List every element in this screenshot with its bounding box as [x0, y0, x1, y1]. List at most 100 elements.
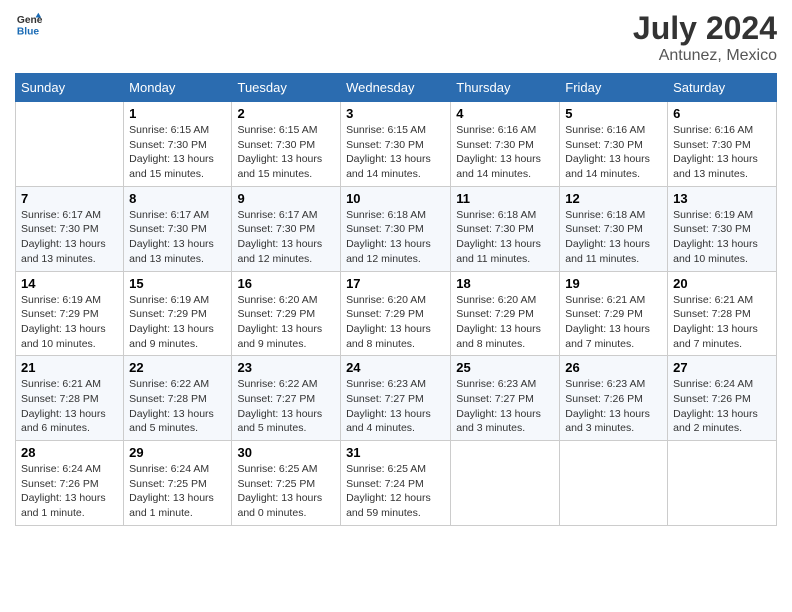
day-cell: 12Sunrise: 6:18 AM Sunset: 7:30 PM Dayli…	[560, 186, 668, 271]
day-info: Sunrise: 6:19 AM Sunset: 7:30 PM Dayligh…	[673, 208, 771, 267]
day-cell: 25 Sunrise: 6:23 AM Sunset: 7:27 PM Dayli…	[451, 356, 560, 441]
day-info: Sunrise: 6:24 AM Sunset: 7:26 PM Dayligh…	[21, 462, 118, 521]
day-number: 18	[456, 276, 554, 291]
day-number: 27	[673, 360, 771, 375]
day-info: Sunrise: 6:19 AM Sunset: 7:29 PM Dayligh…	[129, 293, 226, 352]
day-number: 17	[346, 276, 445, 291]
day-cell: 2 Sunrise: 6:15 AM Sunset: 7:30 PM Daylig…	[232, 102, 341, 187]
day-number: 20	[673, 276, 771, 291]
day-cell: 8Sunrise: 6:17 AM Sunset: 7:30 PM Daylig…	[124, 186, 232, 271]
day-info: Sunrise: 6:24 AM Sunset: 7:25 PM Dayligh…	[129, 462, 226, 521]
title-block: July 2024 Antunez, Mexico	[633, 10, 777, 65]
day-info: Sunrise: 6:17 AM Sunset: 7:30 PM Dayligh…	[237, 208, 335, 267]
day-number: 15	[129, 276, 226, 291]
logo: General Blue	[15, 10, 43, 38]
header-sunday: Sunday	[16, 74, 124, 102]
day-info: Sunrise: 6:15 AM Sunset: 7:30 PM Dayligh…	[237, 123, 335, 182]
day-cell: 11 Sunrise: 6:18 AM Sunset: 7:30 PM Dayli…	[451, 186, 560, 271]
day-info: Sunrise: 6:23 AM Sunset: 7:27 PM Dayligh…	[456, 377, 554, 436]
calendar-table: SundayMondayTuesdayWednesdayThursdayFrid…	[15, 73, 777, 526]
day-cell: 13 Sunrise: 6:19 AM Sunset: 7:30 PM Dayli…	[668, 186, 777, 271]
day-cell: 31 Sunrise: 6:25 AM Sunset: 7:24 PM Dayli…	[341, 441, 451, 526]
day-number: 31	[346, 445, 445, 460]
day-number: 26	[565, 360, 662, 375]
week-row-1: 1 Sunrise: 6:15 AM Sunset: 7:30 PM Daylig…	[16, 102, 777, 187]
day-cell: 27 Sunrise: 6:24 AM Sunset: 7:26 PM Dayli…	[668, 356, 777, 441]
day-number: 29	[129, 445, 226, 460]
day-number: 23	[237, 360, 335, 375]
day-cell: 29 Sunrise: 6:24 AM Sunset: 7:25 PM Dayli…	[124, 441, 232, 526]
day-info: Sunrise: 6:22 AM Sunset: 7:28 PM Dayligh…	[129, 377, 226, 436]
day-cell: 14Sunrise: 6:19 AM Sunset: 7:29 PM Dayli…	[16, 271, 124, 356]
day-number: 6	[673, 106, 771, 121]
day-number: 30	[237, 445, 335, 460]
day-info: Sunrise: 6:15 AM Sunset: 7:30 PM Dayligh…	[346, 123, 445, 182]
day-cell: 17 Sunrise: 6:20 AM Sunset: 7:29 PM Dayli…	[341, 271, 451, 356]
header-thursday: Thursday	[451, 74, 560, 102]
day-info: Sunrise: 6:23 AM Sunset: 7:27 PM Dayligh…	[346, 377, 445, 436]
day-number: 4	[456, 106, 554, 121]
day-number: 21	[21, 360, 118, 375]
week-row-5: 28 Sunrise: 6:24 AM Sunset: 7:26 PM Dayli…	[16, 441, 777, 526]
day-number: 5	[565, 106, 662, 121]
day-cell: 26 Sunrise: 6:23 AM Sunset: 7:26 PM Dayli…	[560, 356, 668, 441]
day-number: 25	[456, 360, 554, 375]
day-number: 10	[346, 191, 445, 206]
day-cell: 24 Sunrise: 6:23 AM Sunset: 7:27 PM Dayli…	[341, 356, 451, 441]
week-row-3: 14Sunrise: 6:19 AM Sunset: 7:29 PM Dayli…	[16, 271, 777, 356]
day-number: 8	[129, 191, 226, 206]
day-info: Sunrise: 6:16 AM Sunset: 7:30 PM Dayligh…	[456, 123, 554, 182]
week-row-2: 7 Sunrise: 6:17 AM Sunset: 7:30 PM Daylig…	[16, 186, 777, 271]
header-friday: Friday	[560, 74, 668, 102]
day-cell: 7Sunrise: 6:17 AM Sunset: 7:30 PM Daylig…	[16, 186, 124, 271]
day-cell: 15 Sunrise: 6:19 AM Sunset: 7:29 PM Dayli…	[124, 271, 232, 356]
day-info: Sunrise: 6:24 AM Sunset: 7:26 PM Dayligh…	[673, 377, 771, 436]
day-number: 12	[565, 191, 662, 206]
day-info: Sunrise: 6:20 AM Sunset: 7:29 PM Dayligh…	[346, 293, 445, 352]
day-cell	[668, 441, 777, 526]
day-number: 24	[346, 360, 445, 375]
day-cell	[16, 102, 124, 187]
day-info: Sunrise: 6:21 AM Sunset: 7:28 PM Dayligh…	[673, 293, 771, 352]
month-year-title: July 2024	[633, 10, 777, 47]
day-cell: 28 Sunrise: 6:24 AM Sunset: 7:26 PM Dayli…	[16, 441, 124, 526]
day-cell: 3 Sunrise: 6:15 AM Sunset: 7:30 PM Daylig…	[341, 102, 451, 187]
day-cell: 6 Sunrise: 6:16 AM Sunset: 7:30 PM Daylig…	[668, 102, 777, 187]
day-cell: 21 Sunrise: 6:21 AM Sunset: 7:28 PM Dayli…	[16, 356, 124, 441]
location-subtitle: Antunez, Mexico	[633, 47, 777, 65]
day-number: 2	[237, 106, 335, 121]
day-number: 13	[673, 191, 771, 206]
day-info: Sunrise: 6:19 AM Sunset: 7:29 PM Dayligh…	[21, 293, 118, 352]
day-info: Sunrise: 6:25 AM Sunset: 7:25 PM Dayligh…	[237, 462, 335, 521]
day-cell: 5 Sunrise: 6:16 AM Sunset: 7:30 PM Daylig…	[560, 102, 668, 187]
header-saturday: Saturday	[668, 74, 777, 102]
day-info: Sunrise: 6:25 AM Sunset: 7:24 PM Dayligh…	[346, 462, 445, 521]
day-info: Sunrise: 6:23 AM Sunset: 7:26 PM Dayligh…	[565, 377, 662, 436]
day-cell: 4 Sunrise: 6:16 AM Sunset: 7:30 PM Daylig…	[451, 102, 560, 187]
day-number: 3	[346, 106, 445, 121]
day-cell: 23 Sunrise: 6:22 AM Sunset: 7:27 PM Dayli…	[232, 356, 341, 441]
day-info: Sunrise: 6:22 AM Sunset: 7:27 PM Dayligh…	[237, 377, 335, 436]
day-info: Sunrise: 6:21 AM Sunset: 7:28 PM Dayligh…	[21, 377, 118, 436]
day-cell: 30 Sunrise: 6:25 AM Sunset: 7:25 PM Dayli…	[232, 441, 341, 526]
day-number: 19	[565, 276, 662, 291]
day-number: 9	[237, 191, 335, 206]
day-info: Sunrise: 6:18 AM Sunset: 7:30 PM Dayligh…	[456, 208, 554, 267]
day-number: 28	[21, 445, 118, 460]
day-cell	[451, 441, 560, 526]
day-cell: 16Sunrise: 6:20 AM Sunset: 7:29 PM Dayli…	[232, 271, 341, 356]
day-cell: 18 Sunrise: 6:20 AM Sunset: 7:29 PM Dayli…	[451, 271, 560, 356]
day-cell: 9 Sunrise: 6:17 AM Sunset: 7:30 PM Daylig…	[232, 186, 341, 271]
day-cell: 22Sunrise: 6:22 AM Sunset: 7:28 PM Dayli…	[124, 356, 232, 441]
day-info: Sunrise: 6:20 AM Sunset: 7:29 PM Dayligh…	[456, 293, 554, 352]
day-info: Sunrise: 6:16 AM Sunset: 7:30 PM Dayligh…	[565, 123, 662, 182]
day-info: Sunrise: 6:16 AM Sunset: 7:30 PM Dayligh…	[673, 123, 771, 182]
day-info: Sunrise: 6:15 AM Sunset: 7:30 PM Dayligh…	[129, 123, 226, 182]
day-number: 11	[456, 191, 554, 206]
day-cell: 20 Sunrise: 6:21 AM Sunset: 7:28 PM Dayli…	[668, 271, 777, 356]
day-cell: 1 Sunrise: 6:15 AM Sunset: 7:30 PM Daylig…	[124, 102, 232, 187]
day-number: 7	[21, 191, 118, 206]
day-number: 1	[129, 106, 226, 121]
svg-text:Blue: Blue	[17, 26, 40, 37]
header-wednesday: Wednesday	[341, 74, 451, 102]
